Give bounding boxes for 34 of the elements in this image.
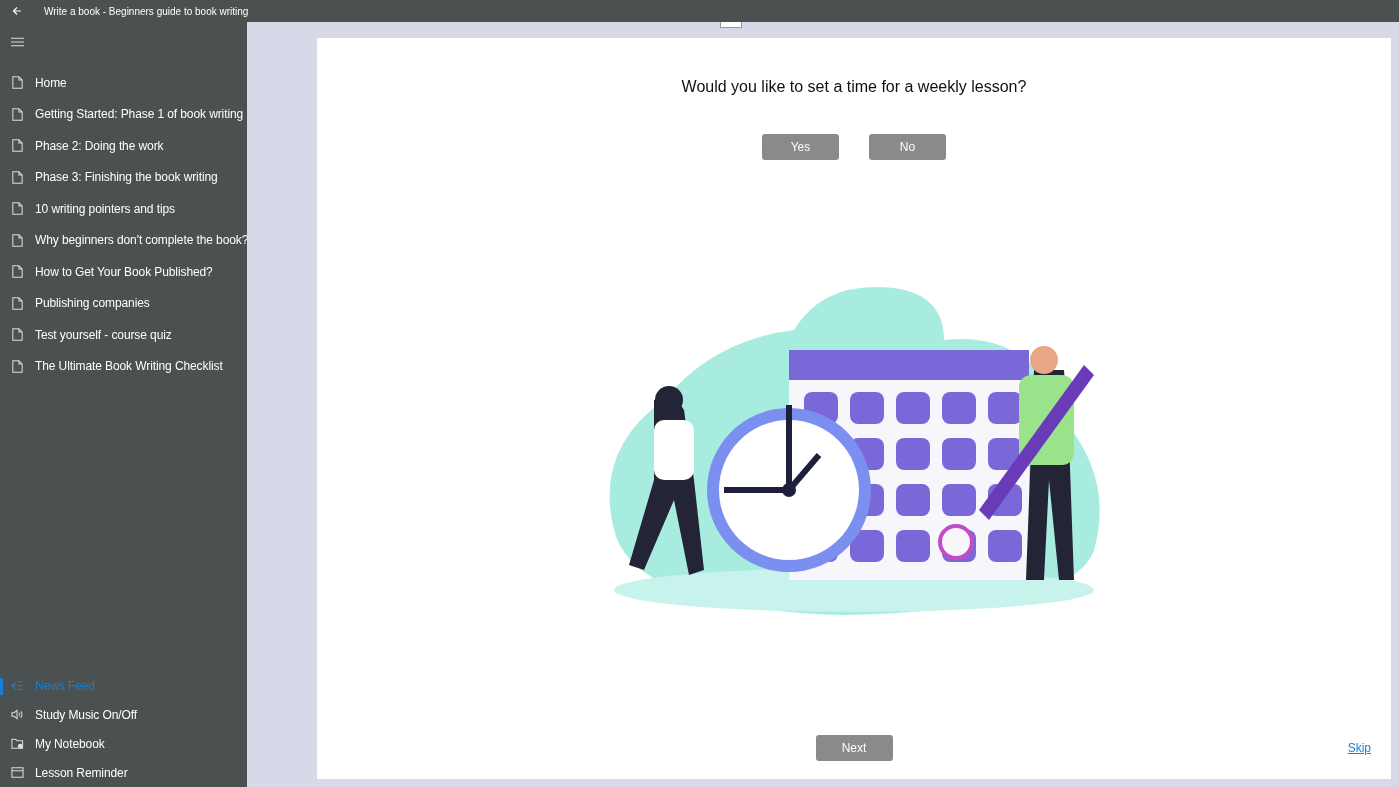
- document-icon: [11, 328, 24, 342]
- nav-item[interactable]: Phase 2: Doing the work: [0, 130, 247, 162]
- document-icon: [11, 107, 24, 121]
- window-title: Write a book - Beginners guide to book writing: [44, 5, 249, 17]
- back-icon[interactable]: [12, 6, 22, 16]
- calendar-icon: [11, 766, 24, 779]
- nav-item[interactable]: Home: [0, 67, 247, 99]
- menu-icon[interactable]: [11, 37, 24, 47]
- speaker-icon: [11, 708, 24, 721]
- question-text: Would you like to set a time for a weekly lesson?: [681, 78, 1027, 96]
- document-icon: [11, 202, 24, 216]
- folder-icon: [11, 737, 24, 750]
- nav-item[interactable]: The Ultimate Book Writing Checklist: [0, 350, 247, 382]
- document-icon: [11, 76, 24, 90]
- document-icon: [11, 170, 24, 184]
- nav-item[interactable]: 10 writing pointers and tips: [0, 193, 247, 225]
- feed-icon: [11, 679, 24, 692]
- nav-item[interactable]: My Notebook: [0, 729, 247, 758]
- tab-handle[interactable]: [720, 22, 742, 28]
- nav-item[interactable]: Test yourself - course quiz: [0, 319, 247, 351]
- nav-item[interactable]: Lesson Reminder: [0, 758, 247, 787]
- nav-item[interactable]: Publishing companies: [0, 287, 247, 319]
- nav-item[interactable]: Why beginners don't complete the book?: [0, 224, 247, 256]
- nav-item[interactable]: Study Music On/Off: [0, 700, 247, 729]
- nav-item[interactable]: Phase 3: Finishing the book writing: [0, 161, 247, 193]
- document-icon: [11, 233, 24, 247]
- document-icon: [11, 359, 24, 373]
- document-icon: [11, 296, 24, 310]
- selection-indicator: [0, 678, 3, 695]
- document-icon: [11, 139, 24, 153]
- nav-item[interactable]: Getting Started: Phase 1 of book writing: [0, 98, 247, 130]
- skip-link[interactable]: Skip: [1347, 741, 1371, 755]
- document-icon: [11, 265, 24, 279]
- nav-item[interactable]: How to Get Your Book Published?: [0, 256, 247, 288]
